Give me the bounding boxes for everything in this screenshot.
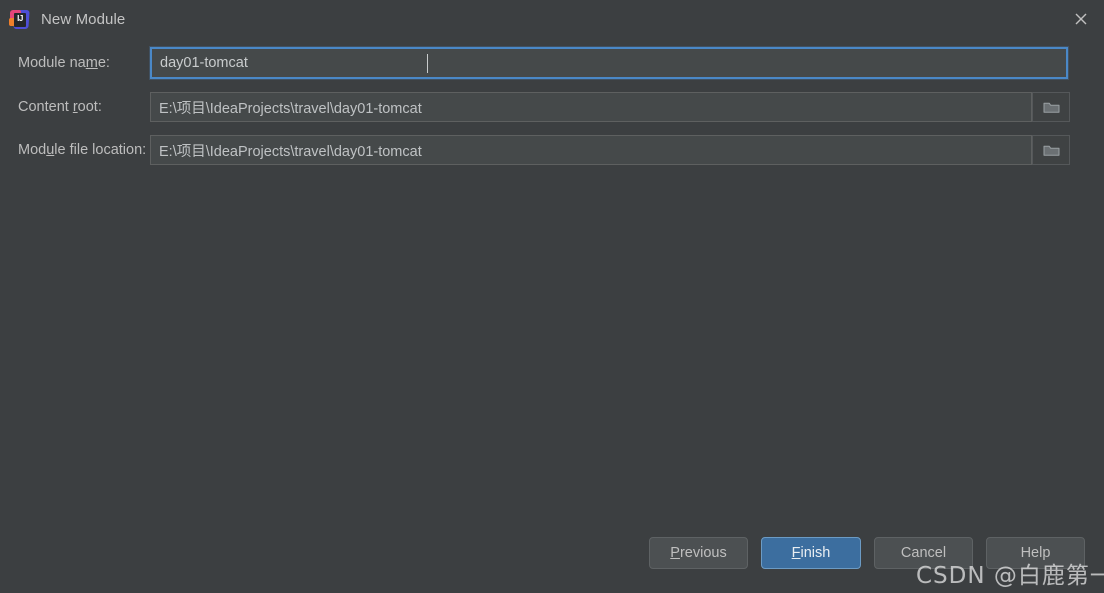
module-name-input[interactable] xyxy=(150,47,1068,79)
close-icon[interactable] xyxy=(1058,0,1104,38)
text-caret xyxy=(427,54,428,73)
content-root-browse-button[interactable] xyxy=(1032,92,1070,122)
content-root-label: Content root: xyxy=(18,99,102,115)
intellij-icon-label: IJ xyxy=(17,13,23,23)
folder-icon xyxy=(1043,145,1059,156)
new-module-dialog: IJ New Module Module name: Content root: xyxy=(0,0,1104,593)
cancel-button[interactable]: Cancel xyxy=(874,537,973,569)
content-root-field-wrap xyxy=(150,92,1070,122)
dialog-button-bar: Previous Finish Cancel Help xyxy=(0,533,1104,593)
finish-button[interactable]: Finish xyxy=(761,537,861,569)
form-row-module-file-location: Module file location: xyxy=(0,135,1104,165)
dialog-title: New Module xyxy=(41,10,126,28)
module-file-location-browse-button[interactable] xyxy=(1032,135,1070,165)
module-name-field-wrap xyxy=(150,47,1068,79)
help-button[interactable]: Help xyxy=(986,537,1085,569)
module-file-location-label: Module file location: xyxy=(18,142,147,158)
dialog-title-bar: IJ New Module xyxy=(0,0,1104,38)
form-row-module-name: Module name: xyxy=(0,47,1104,79)
module-name-label: Module name: xyxy=(18,55,110,71)
module-file-location-field-wrap xyxy=(150,135,1070,165)
folder-icon xyxy=(1043,102,1059,113)
content-root-input[interactable] xyxy=(150,92,1032,122)
previous-button[interactable]: Previous xyxy=(649,537,748,569)
module-file-location-input[interactable] xyxy=(150,135,1032,165)
form-row-content-root: Content root: xyxy=(0,92,1104,122)
intellij-idea-icon: IJ xyxy=(9,9,30,30)
